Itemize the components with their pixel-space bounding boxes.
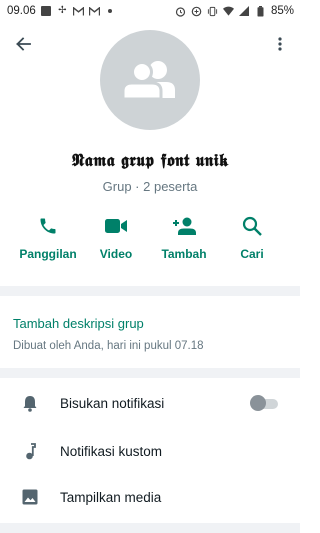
add-participant-button[interactable]: Tambah [150,214,218,270]
status-left: 09.06 ✢ [7,5,116,17]
wifi-icon [222,6,234,17]
music-note-icon [20,441,40,461]
video-icon [104,214,128,238]
more-vertical-icon [278,37,282,51]
status-bar: 09.06 ✢ 85% [0,0,300,22]
video-button[interactable]: Video [82,214,150,270]
notification-square-icon [41,6,52,17]
arrow-back-icon [16,37,31,51]
alarm-icon [175,6,186,17]
video-button-label: Video [99,247,133,261]
pinwheel-icon: ✢ [58,5,67,16]
mute-notifications-row[interactable]: Bisukan notifikasi [0,381,300,425]
phone-icon [36,214,60,238]
call-button-label: Panggilan [19,247,77,261]
add-participant-label: Tambah [161,247,207,261]
image-icon [20,487,40,507]
search-button[interactable]: Cari [218,214,286,270]
battery-percent: 85% [270,5,294,17]
show-media-label: Tampilkan media [60,489,162,505]
group-name[interactable]: 𝕹𝖆𝖒𝖆 𝖌𝖗𝖚𝖕 𝖋𝖔𝖓𝖙 𝖚𝖓𝖎𝖐 [0,151,300,171]
group-meta: Grup · 2 peserta [102,179,198,194]
add-person-icon [172,214,196,238]
created-info: Dibuat oleh Anda, hari ini pukul 07.18 [13,340,204,352]
search-button-label: Cari [240,247,264,261]
gmail-icon-2 [88,6,100,17]
section-divider-2 [0,368,300,378]
mute-notifications-toggle[interactable] [250,395,278,411]
custom-notifications-row[interactable]: Notifikasi kustom [0,429,300,473]
toggle-knob [250,395,266,411]
battery-icon [255,5,266,17]
status-time: 09.06 [7,5,36,17]
show-media-row[interactable]: Tampilkan media [0,475,300,519]
group-avatar[interactable] [100,30,200,130]
search-icon [240,214,264,238]
group-people-icon [121,61,175,100]
action-bar: Panggilan Video Tambah Cari [14,214,286,270]
mute-notifications-label: Bisukan notifikasi [60,395,165,411]
section-divider-1 [0,286,300,296]
data-saver-icon [191,6,202,17]
custom-notifications-label: Notifikasi kustom [60,443,163,459]
vibrate-icon [207,6,218,17]
add-description-link[interactable]: Tambah deskripsi grup [13,316,144,331]
call-button[interactable]: Panggilan [14,214,82,270]
bell-icon [20,393,40,413]
signal-icon [239,6,250,17]
more-options-button[interactable] [270,33,290,55]
gmail-icon [72,6,84,17]
more-notifications-dot-icon [105,6,116,17]
status-right: 85% [175,5,294,17]
section-divider-3 [0,523,300,533]
back-button[interactable] [12,33,34,55]
